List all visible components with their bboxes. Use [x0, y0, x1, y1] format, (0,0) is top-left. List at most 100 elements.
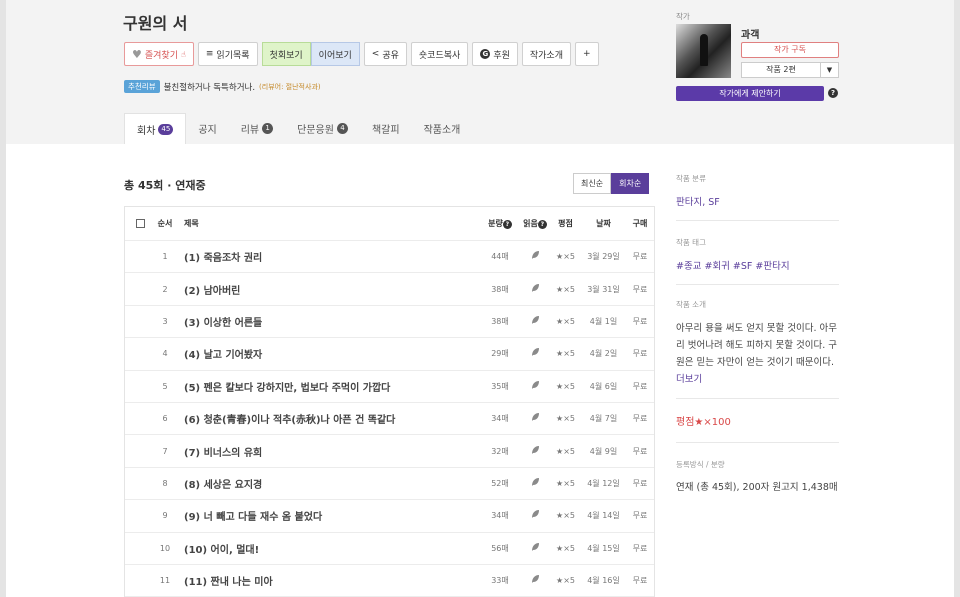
- sort-latest-button[interactable]: 최신순: [573, 173, 612, 194]
- favorite-button[interactable]: ♥ 즐겨찾기 ☝: [124, 42, 194, 66]
- episode-volume: 32매: [491, 446, 509, 456]
- col-date: 날짜: [596, 219, 611, 228]
- episode-buy: 무료: [632, 446, 648, 456]
- tab-label: 회차: [137, 125, 156, 137]
- divider: [676, 284, 839, 285]
- episode-no: 2: [162, 284, 168, 294]
- tab-notice[interactable]: 공지: [186, 113, 228, 144]
- help-icon[interactable]: ?: [537, 220, 547, 229]
- table-row[interactable]: 5 (5) 펜은 칼보다 강하지만, 법보다 주먹이 가깝다 35매 ★×5 4월 6일…: [125, 371, 654, 403]
- episode-title[interactable]: (7) 비너스의 유희: [175, 444, 480, 459]
- episode-title[interactable]: (5) 펜은 칼보다 강하지만, 법보다 주먹이 가깝다: [175, 379, 480, 394]
- window-frame-right: [954, 0, 960, 597]
- leaf-icon: [520, 445, 550, 458]
- tab-count-badge: 45: [158, 123, 174, 135]
- episode-title[interactable]: (3) 이상한 어른들: [175, 314, 480, 329]
- more-button[interactable]: +: [575, 42, 599, 66]
- sponsor-button[interactable]: G 후원: [472, 42, 518, 66]
- episode-rating: ★×5: [556, 252, 575, 262]
- divider: [676, 220, 839, 221]
- episode-buy: 무료: [632, 252, 648, 262]
- episode-title[interactable]: (8) 세상은 요지경: [175, 476, 480, 491]
- hand-icon: ☝: [181, 49, 186, 59]
- table-row[interactable]: 3 (3) 이상한 어른들 38매 ★×5 4월 1일 무료: [125, 306, 654, 339]
- episode-title[interactable]: (6) 청춘(青春)이나 적추(赤秋)나 아픈 건 똑같다: [175, 411, 480, 426]
- author-subscribe-button[interactable]: 작가 구독: [741, 42, 839, 58]
- continue-view-button[interactable]: 이어보기: [310, 42, 360, 66]
- episode-title[interactable]: (11) 짠내 나는 미아: [175, 573, 480, 588]
- episode-title[interactable]: (2) 남아버린: [175, 282, 480, 297]
- episode-buy: 무료: [632, 381, 648, 391]
- chevron-down-icon: ▼: [820, 63, 838, 77]
- table-row[interactable]: 11 (11) 짠내 나는 미아 33매 ★×5 4월 16일 무료: [125, 565, 654, 597]
- episode-rating: ★×5: [556, 349, 575, 359]
- tab-count-badge: 1: [262, 123, 274, 134]
- recommended-review[interactable]: 추천리뷰 불친절하거나 독특하거나. (리뷰어: 절난적사과): [124, 80, 321, 93]
- tags-value[interactable]: #종교 #회귀 #SF #판타지: [676, 258, 839, 275]
- episode-no: 11: [159, 576, 171, 586]
- episode-rating: ★×5: [556, 576, 575, 586]
- episode-rating: ★×5: [556, 543, 575, 553]
- tags-section: 작품 태그 #종교 #회귀 #SF #판타지: [676, 237, 839, 275]
- episode-title[interactable]: (10) 어이, 멀대!: [175, 541, 480, 556]
- episode-volume: 56매: [491, 543, 509, 553]
- sort-episode-button[interactable]: 회차순: [611, 173, 650, 194]
- episode-no: 6: [162, 414, 168, 424]
- episode-no: 7: [162, 446, 168, 456]
- genre-label: 작품 분류: [676, 174, 706, 183]
- table-row[interactable]: 9 (9) 너 빼고 다들 재수 옴 붙었다 34매 ★×5 4월 14일 무료: [125, 500, 654, 533]
- episode-volume: 33매: [491, 576, 509, 586]
- tags-label: 작품 태그: [676, 238, 706, 247]
- episode-rating: ★×5: [556, 316, 575, 326]
- help-icon[interactable]: ?: [828, 88, 838, 98]
- episode-count-heading: 총 45회 · 연재중: [124, 179, 206, 192]
- col-no: 순서: [157, 219, 173, 228]
- table-row[interactable]: 8 (8) 세상은 요지경 52매 ★×5 4월 12일 무료: [125, 468, 654, 501]
- genre-value[interactable]: 판타지, SF: [676, 194, 839, 211]
- author-works-select[interactable]: 작품 2편 ▼: [741, 62, 839, 78]
- episode-title[interactable]: (9) 너 빼고 다들 재수 옴 붙었다: [175, 508, 480, 523]
- table-row[interactable]: 7 (7) 비너스의 유희 32매 ★×5 4월 9일 무료: [125, 435, 654, 468]
- genre-section: 작품 분류 판타지, SF: [676, 173, 839, 211]
- leaf-icon: [520, 412, 550, 425]
- episode-buy: 무료: [632, 414, 648, 424]
- episode-title[interactable]: (1) 죽음조차 권리: [175, 249, 480, 264]
- tab-review[interactable]: 리뷰 1: [229, 113, 285, 144]
- coin-icon: G: [480, 49, 491, 59]
- publish-label: 등록방식 / 분량: [676, 460, 725, 469]
- tab-episodes[interactable]: 회차 45: [124, 113, 187, 144]
- tab-bookmarks[interactable]: 책갈피: [360, 113, 412, 144]
- episode-rating: ★×5: [556, 284, 575, 294]
- tab-count-badge: 4: [336, 123, 348, 134]
- author-intro-button[interactable]: 작가소개: [521, 42, 571, 66]
- propose-to-author-button[interactable]: 작가에게 제안하기: [676, 86, 824, 101]
- author-avatar[interactable]: [676, 24, 731, 78]
- table-row[interactable]: 2 (2) 남아버린 38매 ★×5 3월 31일 무료: [125, 273, 654, 306]
- tab-work-intro[interactable]: 작품소개: [412, 113, 473, 144]
- reading-list-button[interactable]: ≡ 읽기목록: [197, 42, 258, 66]
- divider: [676, 442, 839, 443]
- author-name[interactable]: 과객: [741, 26, 759, 41]
- episode-buy: 무료: [632, 511, 648, 521]
- episode-table: 순서 제목 분량? 읽음? 평점 날짜 구매 1 (1) 죽음조차 권리 44매 ★×…: [124, 206, 655, 597]
- table-row[interactable]: 6 (6) 청춘(青春)이나 적추(赤秋)나 아픈 건 똑같다 34매 ★×5 4월 7…: [125, 403, 654, 436]
- work-title: 구원의 서: [123, 14, 188, 33]
- select-all-checkbox[interactable]: [135, 219, 145, 228]
- leaf-icon: [520, 542, 550, 555]
- episode-title[interactable]: (4) 날고 기어봤자: [175, 346, 480, 361]
- table-row[interactable]: 10 (10) 어이, 멀대! 56매 ★×5 4월 15일 무료: [125, 533, 654, 565]
- share-button[interactable]: < 공유: [363, 42, 407, 66]
- shortcode-button[interactable]: 숏코드복사: [410, 42, 469, 66]
- leaf-icon: [520, 509, 550, 522]
- first-view-button[interactable]: 첫회보기: [261, 42, 311, 66]
- tab-cheers[interactable]: 단문응원 4: [285, 113, 360, 144]
- leaf-icon: [520, 347, 550, 360]
- tab-label: 작품소개: [423, 125, 461, 136]
- episode-buy: 무료: [632, 478, 648, 488]
- episode-volume: 34매: [491, 414, 509, 424]
- more-link[interactable]: 더보기: [676, 374, 702, 385]
- table-row[interactable]: 4 (4) 날고 기어봤자 29매 ★×5 4월 2일 무료: [125, 338, 654, 371]
- table-row[interactable]: 1 (1) 죽음조차 권리 44매 ★×5 3월 29일 무료: [125, 241, 654, 274]
- episode-no: 1: [162, 252, 168, 262]
- help-icon[interactable]: ?: [502, 220, 512, 229]
